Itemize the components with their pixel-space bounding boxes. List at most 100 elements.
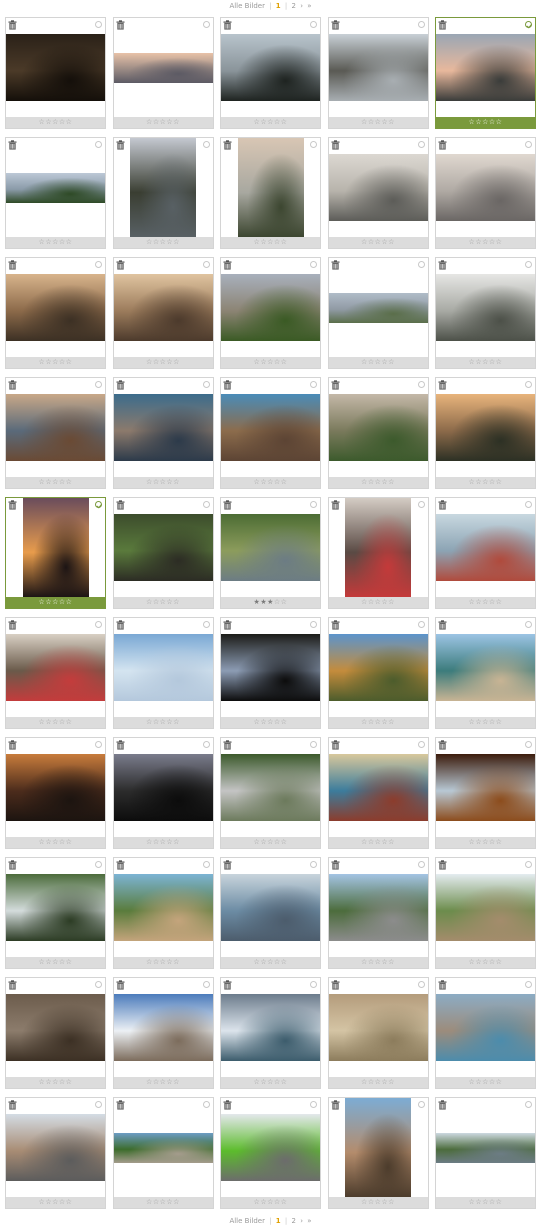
star-icon[interactable]: ☆ xyxy=(361,358,368,366)
star-icon[interactable]: ☆ xyxy=(388,118,395,126)
photo-tile[interactable]: ☆☆☆☆☆ xyxy=(435,257,536,369)
trash-icon[interactable] xyxy=(438,740,447,750)
star-icon[interactable]: ☆ xyxy=(267,958,274,966)
star-icon[interactable]: ☆ xyxy=(274,238,281,246)
select-circle-icon[interactable] xyxy=(310,1101,317,1108)
trash-icon[interactable] xyxy=(438,260,447,270)
photo-thumbnail[interactable] xyxy=(113,52,213,83)
star-icon[interactable]: ☆ xyxy=(274,358,281,366)
star-rating[interactable]: ☆☆☆☆☆ xyxy=(328,837,428,848)
star-rating[interactable]: ☆☆☆☆☆ xyxy=(328,1197,428,1208)
star-rating[interactable]: ☆☆☆☆☆ xyxy=(221,237,320,248)
photo-tile[interactable]: ☆☆☆☆☆ xyxy=(327,377,429,489)
star-icon[interactable]: ☆ xyxy=(274,118,281,126)
star-icon[interactable]: ☆ xyxy=(361,1078,368,1086)
star-icon[interactable]: ☆ xyxy=(274,1198,281,1206)
select-circle-icon[interactable] xyxy=(95,21,102,28)
star-rating[interactable]: ☆☆☆☆☆ xyxy=(328,357,428,368)
star-icon[interactable]: ☆ xyxy=(368,598,375,606)
star-rating[interactable]: ★★★☆☆ xyxy=(221,597,320,608)
photo-thumbnail[interactable] xyxy=(113,874,213,941)
select-circle-icon[interactable] xyxy=(202,981,210,988)
star-rating[interactable]: ☆☆☆☆☆ xyxy=(221,477,320,488)
star-icon[interactable]: ☆ xyxy=(267,838,274,846)
photo-tile[interactable]: ☆☆☆☆☆ xyxy=(5,977,106,1089)
star-icon[interactable]: ☆ xyxy=(153,1198,160,1206)
trash-icon[interactable] xyxy=(331,260,340,270)
star-icon[interactable]: ☆ xyxy=(489,478,496,486)
star-icon[interactable]: ☆ xyxy=(59,598,66,606)
select-circle-icon[interactable] xyxy=(310,981,317,988)
trash-icon[interactable] xyxy=(223,500,232,510)
star-icon[interactable]: ☆ xyxy=(267,358,274,366)
photo-tile[interactable]: ☆☆☆☆☆ xyxy=(435,17,536,129)
star-rating[interactable]: ☆☆☆☆☆ xyxy=(436,597,535,608)
select-circle-icon[interactable] xyxy=(95,1101,102,1108)
star-icon[interactable]: ☆ xyxy=(489,958,496,966)
star-icon[interactable]: ☆ xyxy=(52,1198,59,1206)
photo-thumbnail[interactable] xyxy=(113,394,213,461)
star-icon[interactable]: ☆ xyxy=(59,1078,66,1086)
trash-icon[interactable] xyxy=(331,500,340,510)
star-rating[interactable]: ☆☆☆☆☆ xyxy=(6,597,105,608)
select-circle-icon[interactable] xyxy=(95,741,102,748)
star-icon[interactable]: ☆ xyxy=(66,958,73,966)
star-icon[interactable]: ☆ xyxy=(361,478,368,486)
star-rating[interactable]: ☆☆☆☆☆ xyxy=(221,1077,320,1088)
photo-tile[interactable]: ☆☆☆☆☆ xyxy=(5,1097,106,1209)
star-icon[interactable]: ☆ xyxy=(388,598,395,606)
photo-tile[interactable]: ☆☆☆☆☆ xyxy=(5,737,106,849)
star-icon[interactable]: ☆ xyxy=(496,718,503,726)
star-icon[interactable]: ☆ xyxy=(482,1198,489,1206)
star-rating[interactable]: ☆☆☆☆☆ xyxy=(436,477,535,488)
star-rating[interactable]: ☆☆☆☆☆ xyxy=(6,117,105,128)
star-icon[interactable]: ☆ xyxy=(153,478,160,486)
star-icon[interactable]: ☆ xyxy=(496,118,503,126)
star-icon[interactable]: ☆ xyxy=(482,838,489,846)
select-circle-icon[interactable] xyxy=(525,741,532,748)
photo-thumbnail[interactable] xyxy=(113,754,213,821)
photo-tile[interactable]: ☆☆☆☆☆ xyxy=(327,617,429,729)
select-circle-icon[interactable] xyxy=(202,261,210,268)
star-rating[interactable]: ☆☆☆☆☆ xyxy=(6,477,105,488)
photo-thumbnail[interactable] xyxy=(6,1114,105,1181)
select-circle-icon[interactable] xyxy=(417,981,425,988)
star-icon[interactable]: ☆ xyxy=(52,238,59,246)
star-icon[interactable]: ☆ xyxy=(281,958,288,966)
photo-thumbnail[interactable] xyxy=(436,1132,535,1163)
trash-icon[interactable] xyxy=(438,620,447,630)
trash-icon[interactable] xyxy=(8,500,17,510)
star-rating[interactable]: ☆☆☆☆☆ xyxy=(113,357,213,368)
star-icon[interactable]: ☆ xyxy=(482,238,489,246)
star-icon[interactable]: ☆ xyxy=(496,838,503,846)
star-rating[interactable]: ☆☆☆☆☆ xyxy=(113,477,213,488)
star-rating[interactable]: ☆☆☆☆☆ xyxy=(221,357,320,368)
star-rating[interactable]: ☆☆☆☆☆ xyxy=(436,1197,535,1208)
star-icon[interactable]: ☆ xyxy=(59,958,66,966)
star-rating[interactable]: ☆☆☆☆☆ xyxy=(436,957,535,968)
select-circle-icon[interactable] xyxy=(417,21,425,28)
photo-thumbnail[interactable] xyxy=(113,274,213,341)
trash-icon[interactable] xyxy=(438,380,447,390)
star-icon[interactable]: ☆ xyxy=(52,358,59,366)
star-icon[interactable]: ☆ xyxy=(482,1078,489,1086)
star-icon[interactable]: ☆ xyxy=(52,718,59,726)
star-icon[interactable]: ☆ xyxy=(153,718,160,726)
star-icon[interactable]: ☆ xyxy=(267,478,274,486)
select-circle-icon[interactable] xyxy=(310,21,317,28)
photo-thumbnail[interactable] xyxy=(328,292,428,323)
select-circle-icon[interactable] xyxy=(202,501,210,508)
star-icon[interactable]: ☆ xyxy=(482,358,489,366)
photo-thumbnail[interactable] xyxy=(6,634,105,701)
star-icon[interactable]: ☆ xyxy=(267,238,274,246)
photo-tile[interactable]: ☆☆☆☆☆ xyxy=(5,257,106,369)
photo-tile[interactable]: ☆☆☆☆☆ xyxy=(435,977,536,1089)
trash-icon[interactable] xyxy=(8,620,17,630)
photo-thumbnail[interactable] xyxy=(436,34,535,101)
trash-icon[interactable] xyxy=(438,1100,447,1110)
trash-icon[interactable] xyxy=(116,260,125,270)
select-circle-icon[interactable] xyxy=(525,261,532,268)
trash-icon[interactable] xyxy=(223,1100,232,1110)
star-icon[interactable]: ☆ xyxy=(281,238,288,246)
star-icon[interactable]: ☆ xyxy=(153,1078,160,1086)
